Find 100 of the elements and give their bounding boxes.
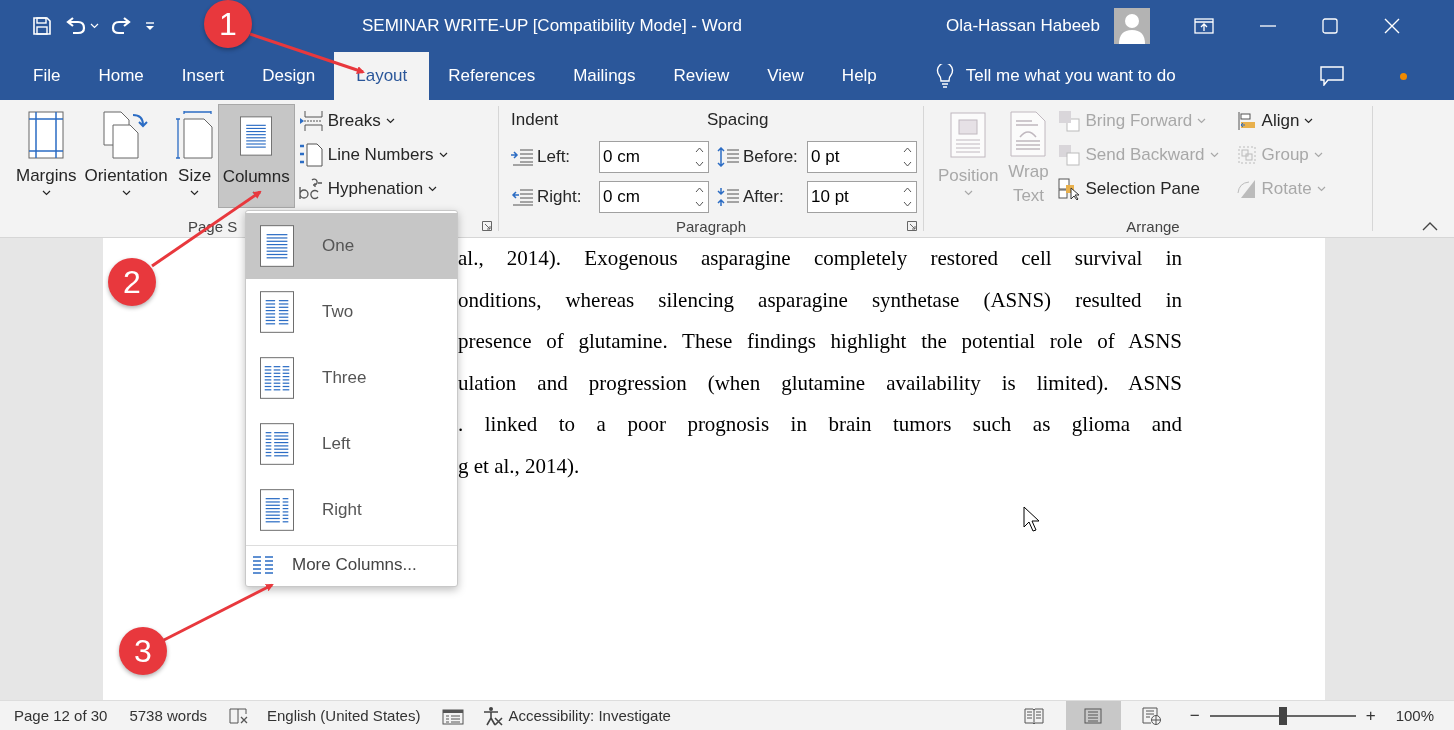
ribbon-tab[interactable]: View xyxy=(748,52,823,100)
document-text-line: . linked to a poor prognosis in brain tumors such as glioma and xyxy=(458,411,1182,439)
word-count[interactable]: 5738 words xyxy=(129,707,207,724)
spinner-icon[interactable] xyxy=(695,145,704,168)
ribbon-tab[interactable]: Layout xyxy=(334,52,430,100)
spacing-icon xyxy=(717,146,739,167)
layers-icon xyxy=(1058,178,1081,200)
ribbon-tab[interactable]: Insert xyxy=(162,52,244,100)
document-text-line: g et al., 2014). xyxy=(458,452,581,480)
ribbon-tab[interactable]: Review xyxy=(654,52,749,100)
mouse-pointer-icon xyxy=(1023,506,1041,532)
collapse-ribbon-icon[interactable] xyxy=(1422,222,1438,231)
line-numbers-icon xyxy=(298,143,323,167)
layers-icon xyxy=(1058,144,1081,166)
language-status[interactable]: English (United States) xyxy=(267,707,421,724)
layers-icon xyxy=(1058,110,1081,132)
ribbon-tab[interactable]: File xyxy=(14,52,80,100)
save-icon[interactable] xyxy=(32,16,52,36)
columns-icon xyxy=(252,555,274,575)
columns-icon xyxy=(260,487,294,533)
indent-field-label: Left: xyxy=(537,146,572,167)
picture-page-icon xyxy=(950,112,987,158)
page-break-icon xyxy=(298,110,323,132)
pages-icon xyxy=(103,111,150,159)
document-text-line: al., 2014). Exogenous asparagine completely restored cell survival in xyxy=(458,245,1182,272)
ribbon-button[interactable]: Line Numbers xyxy=(298,138,448,172)
columns-icon xyxy=(260,289,294,335)
columns-icon xyxy=(260,421,294,467)
columns-icon xyxy=(260,223,294,269)
menu-item[interactable]: Left xyxy=(246,411,457,477)
dialog-launcher-icon[interactable] xyxy=(907,221,917,231)
accessibility-icon[interactable] xyxy=(482,705,505,726)
menu-item[interactable]: More Columns... xyxy=(246,548,417,582)
columns-icon xyxy=(260,355,294,401)
spacing-field[interactable]: 0 pt xyxy=(807,140,917,173)
group-label: Arrange xyxy=(1126,217,1180,235)
spacing-field-label: After: xyxy=(743,186,785,207)
proofing-icon[interactable] xyxy=(229,706,249,725)
ribbon-button[interactable]: Align xyxy=(1236,104,1326,138)
book-icon xyxy=(1024,707,1045,724)
group-label: Paragraph xyxy=(675,217,747,235)
lightbulb-icon[interactable] xyxy=(935,64,954,88)
dialog-launcher-icon[interactable] xyxy=(482,221,492,231)
zoom-level[interactable]: 100% xyxy=(1395,707,1434,724)
ribbon-button[interactable]: Orientation xyxy=(80,104,172,208)
indent-field-label: Right: xyxy=(537,186,583,207)
redo-icon[interactable] xyxy=(111,17,133,35)
user-name[interactable]: Ola-Hassan Habeeb xyxy=(946,16,1101,36)
spacing-icon xyxy=(717,186,739,207)
ribbon-button[interactable]: Hyphenation xyxy=(298,172,448,206)
close-icon[interactable] xyxy=(1384,18,1401,34)
document-text-line: presence of glutamine. These findings highlight the potential role of ASNS xyxy=(458,328,1182,356)
spinner-icon[interactable] xyxy=(695,185,704,208)
ribbon-tab[interactable]: Design xyxy=(243,52,335,100)
ribbon-button[interactable]: Margins xyxy=(12,104,81,208)
window-title: SEMINAR WRITE-UP [Compatibility Mode] - Word xyxy=(362,16,744,36)
accessibility-status[interactable]: Accessibility: Investigate xyxy=(508,707,671,724)
indent-field[interactable]: 0 cm xyxy=(599,140,709,173)
ribbon-button[interactable]: Size xyxy=(171,104,218,208)
columns-icon xyxy=(240,114,273,158)
page-size-icon xyxy=(175,111,214,159)
ribbon-button[interactable]: Columns xyxy=(217,104,295,208)
indent-label: Indent xyxy=(511,110,560,131)
menu-item[interactable]: Two xyxy=(246,279,457,345)
indent-icon xyxy=(511,187,533,206)
menu-item[interactable]: Three xyxy=(246,345,457,411)
comment-icon[interactable] xyxy=(1319,66,1344,86)
page-icon xyxy=(1084,707,1103,724)
ribbon-button[interactable]: Selection Pane xyxy=(1058,172,1219,206)
spinner-icon[interactable] xyxy=(903,185,912,208)
ribbon-tab[interactable]: References xyxy=(429,52,555,100)
tell-me-field[interactable]: Tell me what you want to do xyxy=(963,52,1268,100)
maximize-icon[interactable] xyxy=(1322,18,1339,34)
minimize-icon[interactable] xyxy=(1260,25,1277,27)
spinner-icon[interactable] xyxy=(903,145,912,168)
indent-icon xyxy=(511,147,533,166)
macro-icon[interactable] xyxy=(442,706,465,725)
zoom-in-button[interactable]: + xyxy=(1365,705,1376,726)
zoom-out-button[interactable]: − xyxy=(1189,705,1200,726)
ribbon-display-icon[interactable] xyxy=(1194,18,1215,34)
document-text-line: onditions, whereas silencing asparagine synthetase (ASNS) resulted in xyxy=(458,286,1182,314)
notification-dot xyxy=(1399,72,1407,80)
ribbon-tab[interactable]: Home xyxy=(79,52,163,100)
ribbon-tab[interactable]: Help xyxy=(822,52,896,100)
hyphenation-icon xyxy=(298,177,323,201)
spacing-label: Spacing xyxy=(707,110,770,131)
undo-icon[interactable] xyxy=(64,17,86,35)
avatar-icon[interactable] xyxy=(1114,8,1151,44)
customize-icon[interactable] xyxy=(145,21,155,31)
ribbon-tab[interactable]: Mailings xyxy=(554,52,655,100)
wrap-page-icon xyxy=(1010,110,1047,157)
web-page-icon xyxy=(1142,706,1163,725)
indent-field[interactable]: 0 cm xyxy=(599,180,709,213)
spacing-field[interactable]: 10 pt xyxy=(807,180,917,213)
document-text-line: ulation and progression (when glutamine availability is limited). ASNS xyxy=(458,369,1182,397)
spacing-field-label: Before: xyxy=(743,146,799,167)
menu-item[interactable]: One xyxy=(246,213,457,279)
page-count[interactable]: Page 12 of 30 xyxy=(14,707,108,724)
ribbon-button[interactable]: Breaks xyxy=(298,104,448,138)
menu-item[interactable]: Right xyxy=(246,477,457,543)
